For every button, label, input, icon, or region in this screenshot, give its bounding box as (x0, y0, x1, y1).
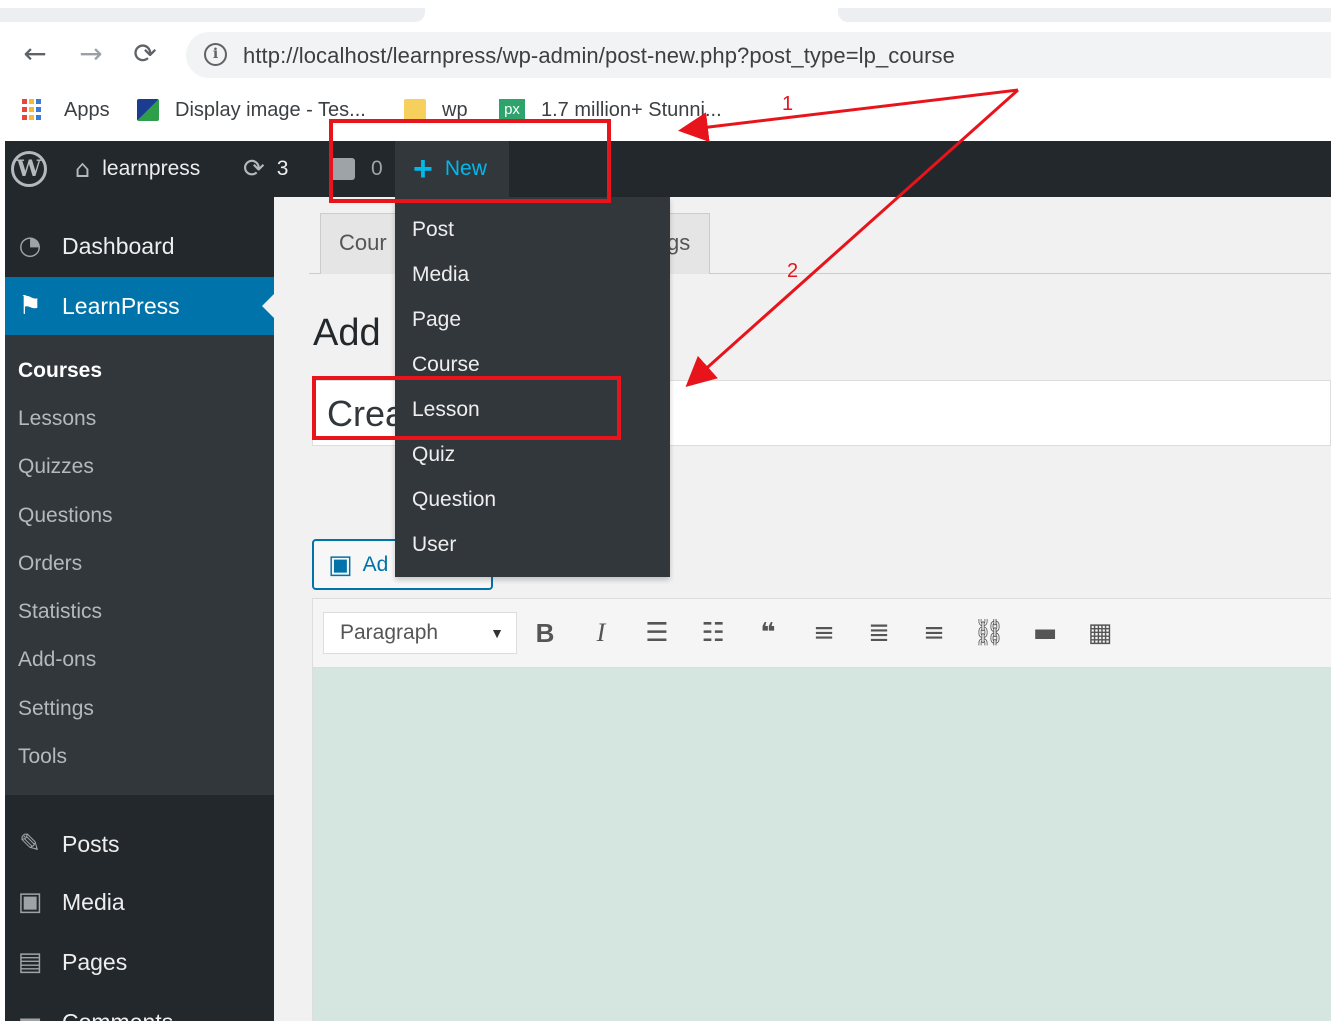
menu-label: Comments (62, 1009, 173, 1021)
menu-posts[interactable]: ✎ Posts (5, 815, 274, 873)
comment-bubble-icon (331, 158, 355, 180)
new-question-item[interactable]: Question (412, 488, 496, 512)
tab-right[interactable] (838, 8, 1331, 22)
plus-icon: + (413, 150, 433, 188)
submenu-courses[interactable]: Courses (18, 359, 102, 383)
new-quiz-item[interactable]: Quiz (412, 443, 455, 467)
italic-icon[interactable]: I (583, 616, 619, 652)
link-icon[interactable]: ⛓ (971, 616, 1007, 652)
site-name: learnpress (102, 157, 201, 180)
add-media-label: Ad (362, 552, 389, 576)
graduation-cap-icon: ⚑ (18, 291, 42, 321)
menu-learnpress[interactable]: ⚑ LearnPress (5, 277, 274, 335)
dashboard-gauge-icon: ◔ (18, 231, 42, 261)
reload-icon[interactable]: ⟳ (128, 38, 162, 72)
menu-pages[interactable]: ▤ Pages (5, 933, 274, 991)
new-post-item[interactable]: Post (412, 218, 454, 242)
updates-link[interactable]: ⟳ 3 (243, 141, 288, 197)
menu-label: Pages (62, 948, 128, 975)
submenu-lessons[interactable]: Lessons (18, 407, 96, 431)
media-camera-icon: ▣ (328, 549, 353, 579)
menu-label: Dashboard (62, 232, 175, 259)
apps-grid-icon (22, 99, 44, 121)
submenu-quizzes[interactable]: Quizzes (18, 455, 94, 479)
current-menu-arrow (262, 294, 274, 318)
read-more-icon[interactable]: ▬ (1027, 616, 1063, 652)
bookmark-pexels[interactable]: px 1.7 million+ Stunni... (499, 96, 722, 124)
submenu-settings[interactable]: Settings (18, 697, 94, 721)
address-bar[interactable]: i http://localhost/learnpress/wp-admin/p… (186, 32, 1331, 78)
pushpin-icon: ✎ (19, 829, 41, 859)
updates-count: 3 (276, 157, 289, 180)
new-user-item[interactable]: User (412, 533, 456, 557)
bookmark-label: Apps (64, 98, 110, 121)
new-content-dropdown: Post Media Page Course Lesson Quiz Quest… (395, 197, 670, 577)
editor-toolbar: Paragraph ▼ B I ☰ ☷ ❝ ≡ ≣ ≡ ⛓ ▬ ▦ (313, 599, 1331, 668)
align-right-icon[interactable]: ≡ (916, 616, 952, 652)
bookmark-display-image[interactable]: Display image - Tes... (137, 96, 366, 124)
bookmarks-bar: Apps Display image - Tes... wp px 1.7 mi… (0, 84, 1331, 140)
url-text[interactable]: http://localhost/learnpress/wp-admin/pos… (243, 43, 955, 69)
pexels-icon: px (499, 99, 525, 121)
bookmark-label: wp (442, 98, 468, 121)
menu-media[interactable]: ▣ Media (5, 873, 274, 931)
new-media-item[interactable]: Media (412, 263, 469, 287)
media-camera-icon: ▣ (17, 887, 43, 917)
info-icon[interactable]: i (204, 43, 227, 66)
home-icon: ⌂ (75, 155, 91, 183)
format-select-value: Paragraph (340, 621, 439, 644)
blockquote-icon[interactable]: ❝ (750, 616, 786, 652)
wp-admin-bar: W ⌂ learnpress ⟳ 3 0 + New (5, 141, 1331, 197)
submenu-questions[interactable]: Questions (18, 504, 113, 528)
bookmark-folder-wp[interactable]: wp (404, 96, 468, 124)
browser-tab-strip (0, 0, 1331, 26)
comments-count: 0 (371, 157, 383, 180)
submenu-statistics[interactable]: Statistics (18, 600, 102, 624)
content-editor: Paragraph ▼ B I ☰ ☷ ❝ ≡ ≣ ≡ ⛓ ▬ ▦ (312, 598, 1331, 1021)
bookmark-apps[interactable]: Apps (22, 96, 110, 124)
numbered-list-icon[interactable]: ☷ (695, 616, 731, 652)
bullet-list-icon[interactable]: ☰ (639, 616, 675, 652)
submenu-add-ons[interactable]: Add-ons (18, 648, 96, 672)
menu-label: Posts (62, 830, 120, 857)
chevron-down-icon: ▼ (490, 625, 504, 641)
menu-comments[interactable]: ▬ Comments (5, 993, 274, 1021)
align-left-icon[interactable]: ≡ (806, 616, 842, 652)
browser-toolbar: ← → ⟳ i http://localhost/learnpress/wp-a… (0, 26, 1331, 84)
site-favicon-icon (137, 99, 159, 121)
new-label: New (444, 157, 487, 180)
bookmark-label: Display image - Tes... (175, 98, 366, 121)
page-title: Add (313, 312, 381, 354)
submenu-tools[interactable]: Tools (18, 745, 67, 769)
new-page-item[interactable]: Page (412, 308, 461, 332)
menu-label: LearnPress (62, 292, 180, 319)
folder-icon (404, 99, 426, 121)
new-course-item[interactable]: Course (412, 353, 480, 377)
submenu-orders[interactable]: Orders (18, 552, 82, 576)
editor-body[interactable] (313, 668, 1331, 1021)
updates-icon: ⟳ (243, 154, 265, 184)
new-lesson-item[interactable]: Lesson (412, 398, 480, 422)
learnpress-submenu: Courses Lessons Quizzes Questions Orders… (5, 335, 274, 795)
bold-icon[interactable]: B (527, 616, 563, 652)
comments-link[interactable]: 0 (331, 141, 383, 197)
comments-icon: ▬ (13, 1005, 47, 1021)
admin-sidebar: ◔ Dashboard ⚑ LearnPress Courses Lessons… (5, 197, 274, 1021)
back-arrow-icon[interactable]: ← (18, 38, 52, 72)
post-title-value: Crea (327, 393, 406, 434)
menu-label: Media (62, 888, 125, 915)
bookmark-label: 1.7 million+ Stunni... (541, 98, 722, 121)
pages-icon: ▤ (17, 947, 43, 977)
menu-dashboard[interactable]: ◔ Dashboard (5, 217, 274, 275)
toolbar-toggle-icon[interactable]: ▦ (1082, 616, 1118, 652)
new-content-button[interactable]: + New (395, 141, 509, 197)
align-center-icon[interactable]: ≣ (861, 616, 897, 652)
format-select[interactable]: Paragraph ▼ (323, 612, 517, 654)
forward-arrow-icon[interactable]: → (74, 38, 108, 72)
tab-left[interactable] (0, 8, 425, 22)
wordpress-logo-icon[interactable]: W (9, 141, 49, 197)
site-name-link[interactable]: ⌂ learnpress (75, 141, 200, 197)
